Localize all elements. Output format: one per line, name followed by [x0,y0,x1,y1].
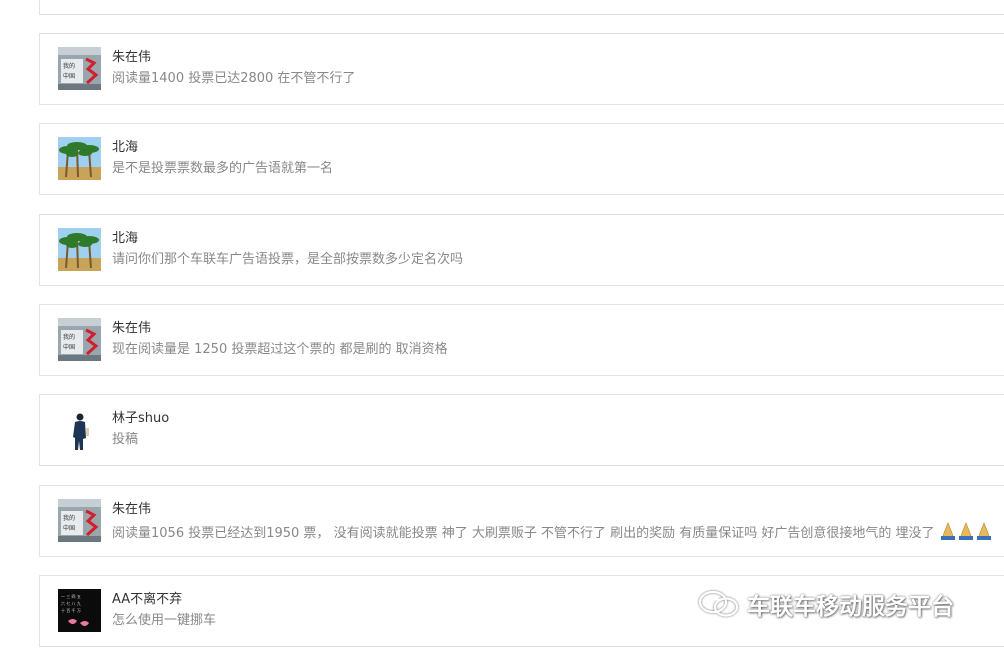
comment-card: 林子shuo 投稿 [39,394,1004,466]
standing-person-avatar[interactable] [58,408,101,451]
comment-content: 阅读量1400 投票已达2800 在不管不行了 [112,71,356,86]
comment-card: 北海 是不是投票票数最多的广告语就第一名 [39,123,1004,195]
folded-hands-emoji-group [939,522,993,545]
svg-text:中国: 中国 [63,524,75,532]
wechat-watermark: 车联车移动服务平台 [697,586,954,622]
comment-list-page: 我的 中国 朱在伟 阅读量1400 投票已达2800 在不管不行了 北海 是不是… [0,0,1004,649]
comment-content: 怎么使用一键挪车 [112,613,217,628]
svg-text:一 三 四 五: 一 三 四 五 [61,594,81,599]
comment-nickname: 林子shuo [112,411,170,426]
folded-hands-icon [940,522,991,540]
comment-card: 我的 中国 朱在伟 现在阅读量是 1250 投票超过这个票的 都是刷的 取消资格 [39,304,1004,376]
comment-content: 是不是投票票数最多的广告语就第一名 [112,161,334,176]
svg-text:十 百 千 万: 十 百 千 万 [61,607,81,613]
wechat-icon [698,590,739,617]
comment-content: 请问你们那个车联车广告语投票，是全部按票数多少定名次吗 [112,252,464,267]
svg-text:我的: 我的 [63,62,75,70]
comment-card: 我的 中国 朱在伟 阅读量1400 投票已达2800 在不管不行了 [39,33,1004,105]
red-sign-avatar[interactable]: 我的 中国 [58,318,101,361]
svg-text:我的: 我的 [63,514,75,522]
comment-nickname: 北海 [112,231,139,246]
palm-trees-avatar[interactable] [58,228,101,271]
palm-trees-avatar[interactable] [58,137,101,180]
comment-card: 北海 请问你们那个车联车广告语投票，是全部按票数多少定名次吗 [39,214,1004,286]
svg-text:中国: 中国 [63,72,75,80]
comment-content: 现在阅读量是 1250 投票超过这个票的 都是刷的 取消资格 [112,342,448,357]
comment-content: 阅读量1056 投票已经达到1950 票， 没有阅读就能投票 神了 大刷票贩子 … [112,522,993,545]
comment-nickname: 朱在伟 [112,321,152,336]
comment-card: 我的 中国 朱在伟 阅读量1056 投票已经达到1950 票， 没有阅读就能投票… [39,485,1004,557]
svg-text:六 七 八 九: 六 七 八 九 [61,600,81,606]
watermark-text: 车联车移动服务平台 [747,594,954,620]
comment-card-partial [39,0,1004,15]
svg-text:我的: 我的 [63,333,75,341]
comment-nickname: 北海 [112,140,139,155]
comment-nickname: AA不离不弃 [112,592,183,607]
red-sign-avatar[interactable]: 我的 中国 [58,47,101,90]
dark-calligraphy-avatar[interactable]: 一 三 四 五 六 七 八 九 十 百 千 万 [58,589,101,632]
comment-content: 投稿 [112,432,139,447]
comment-nickname: 朱在伟 [112,50,152,65]
red-sign-avatar[interactable]: 我的 中国 [58,499,101,542]
svg-text:中国: 中国 [63,343,75,351]
comment-nickname: 朱在伟 [112,502,152,517]
comment-text: 阅读量1056 投票已经达到1950 票， 没有阅读就能投票 神了 大刷票贩子 … [112,526,935,541]
